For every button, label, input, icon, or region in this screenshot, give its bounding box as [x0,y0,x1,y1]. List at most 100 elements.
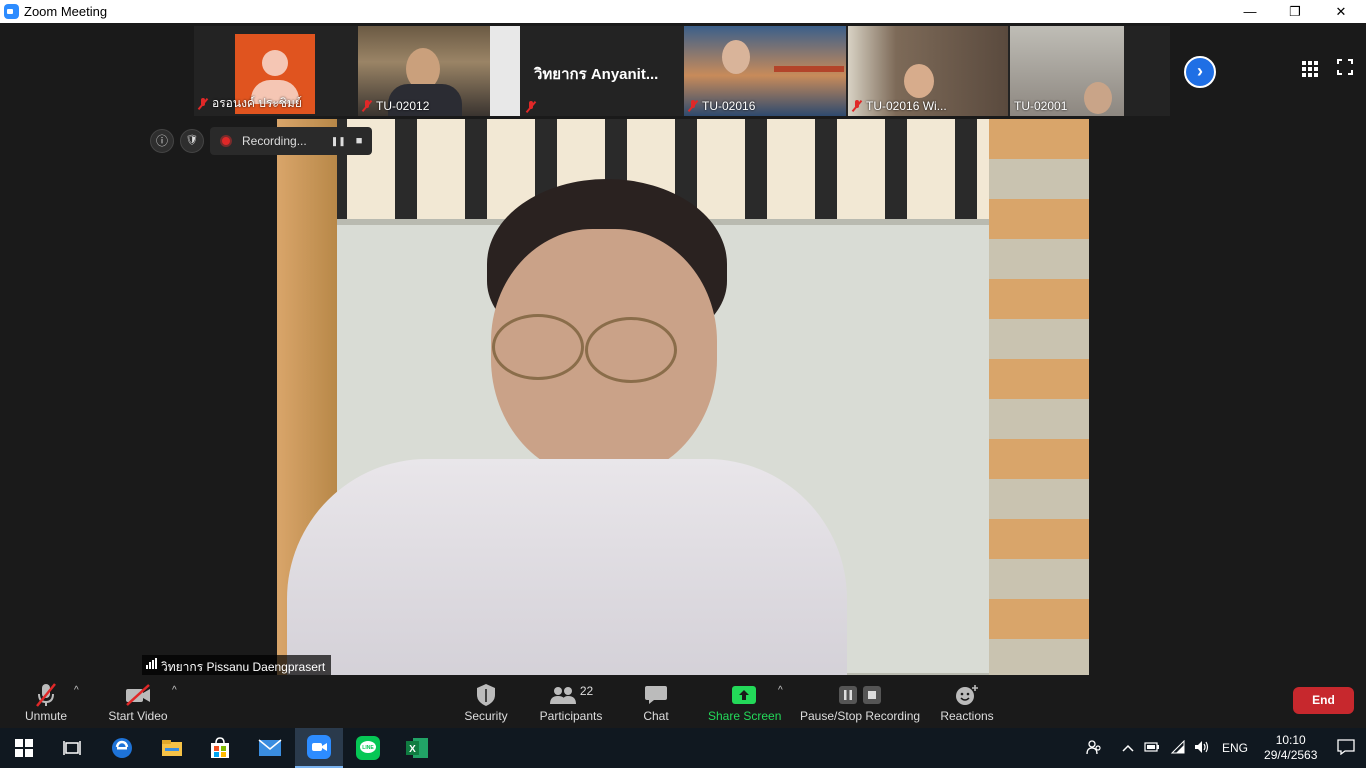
system-tray: ENG 10:10 29/4/2563 [1084,728,1356,768]
people-icon[interactable] [1084,739,1104,758]
restore-button[interactable]: ❐ [1272,0,1318,23]
thumbnail-participant[interactable]: อรอนงค์ ประชิมย์ [194,26,356,116]
svg-text:X: X [409,744,416,755]
thumbnail-strip: อรอนงค์ ประชิมย์ TU-02012 วิทยากร Anyani… [194,26,1170,116]
reactions-label: Reactions [940,709,994,723]
participants-count: 22 [579,684,594,698]
participants-label: Participants [539,709,603,723]
thumbnail-participant[interactable]: TU-02016 Wi... [848,26,1008,116]
start-video-button[interactable]: Start Video [106,681,170,723]
audio-options-caret[interactable]: ^ [74,685,79,696]
glasses-right [585,317,677,383]
speaker-shirt [287,459,847,675]
input-language[interactable]: ENG [1222,741,1248,755]
fullscreen-icon[interactable] [1336,58,1356,78]
security-button[interactable]: Security [462,681,510,723]
meeting-stage: อรอนงค์ ประชิมย์ TU-02012 วิทยากร Anyani… [0,23,1366,728]
zoom-logo-icon [4,4,19,19]
video-off-icon [126,684,150,706]
recording-controls: ⓘ 🛡 Recording... ❚❚ ■ [150,127,373,155]
participant-name: อรอนงค์ ประชิมย์ [212,96,302,110]
pause-icon [839,686,857,704]
unmute-button[interactable]: Unmute [22,681,70,723]
windows-taskbar: LINE X ENG 10:10 29/4/2563 [0,728,1366,768]
participants-button[interactable]: 22 Participants [538,681,604,723]
participant-name: TU-02016 [702,99,756,113]
info-icon[interactable]: ⓘ [150,129,174,153]
glasses-left [492,314,584,380]
shield-icon[interactable]: 🛡 [180,129,204,153]
participant-face [1084,82,1112,114]
chat-label: Chat [643,709,669,723]
thumbnail-participant[interactable]: วิทยากร Anyanit... [522,26,682,116]
meeting-toolbar: Unmute ^ Start Video ^ Security 22 Parti… [0,675,1366,728]
wifi-icon[interactable] [1170,739,1186,757]
stop-icon [863,686,881,704]
chat-bubble-icon [645,686,667,704]
thumbnail-participant[interactable]: TU-02012 [358,26,520,116]
thumbnail-participant[interactable]: TU-02001 [1010,26,1124,116]
pause-recording-icon[interactable]: ❚❚ [331,136,346,147]
zoom-app-icon[interactable] [295,728,343,768]
file-explorer-icon[interactable] [148,728,196,768]
muted-microphone-icon [36,683,56,707]
share-options-caret[interactable]: ^ [778,685,783,696]
clock[interactable]: 10:10 29/4/2563 [1264,733,1317,763]
edge-browser-icon[interactable] [98,728,146,768]
curtain-right [989,119,1089,675]
recording-label: Recording... [242,134,307,148]
next-page-button[interactable]: › [1184,56,1216,88]
participant-name: TU-02001 [1014,99,1068,113]
volume-icon[interactable] [1194,740,1210,757]
video-options-caret[interactable]: ^ [172,685,177,696]
svg-text:LINE: LINE [362,745,374,751]
chat-button[interactable]: Chat [636,681,676,723]
participant-name: TU-02016 Wi... [866,99,947,113]
task-view-icon[interactable] [48,728,96,768]
signal-strength-icon [146,658,157,669]
muted-mic-icon [688,100,698,112]
notification-center-icon[interactable] [1337,738,1356,758]
speaker-video [277,119,1089,675]
minimize-button[interactable]: — [1227,0,1273,23]
participant-face [904,64,934,98]
mail-icon[interactable] [246,728,294,768]
end-meeting-button[interactable]: End [1293,687,1354,714]
speaker-name-tag: วิทยากร Pissanu Daengprasert [142,655,332,675]
line-app-icon[interactable]: LINE [344,728,392,768]
thumbnail-participant[interactable]: TU-02016 [684,26,846,116]
title-bar: Zoom Meeting — ❐ ✕ [0,0,1366,23]
participants-icon [549,687,576,704]
window-title: Zoom Meeting [24,4,108,19]
participant-face [722,40,750,74]
microsoft-store-icon[interactable] [196,728,244,768]
security-label: Security [464,709,508,723]
share-screen-label: Share Screen [708,709,782,723]
pause-stop-recording-button[interactable]: Pause/Stop Recording [800,681,920,723]
muted-mic-icon [526,101,536,113]
battery-icon[interactable] [1144,741,1160,755]
gallery-view-icon[interactable] [1302,61,1318,77]
show-hidden-icons-chevron-icon[interactable] [1122,741,1134,755]
start-video-label: Start Video [108,709,168,723]
share-screen-button[interactable]: Share Screen [708,681,782,723]
unmute-label: Unmute [24,709,68,723]
excel-app-icon[interactable]: X [393,728,441,768]
pause-stop-recording-label: Pause/Stop Recording [800,709,921,723]
muted-mic-icon [198,97,208,110]
share-screen-arrow-icon [732,686,756,704]
reactions-button[interactable]: Reactions [938,681,996,723]
reactions-smiley-icon [956,685,978,705]
clock-date: 29/4/2563 [1264,748,1318,762]
recording-dot-icon [220,135,232,147]
participant-title: วิทยากร Anyanit... [534,66,659,83]
clock-time: 10:10 [1275,733,1306,747]
security-shield-icon [477,684,495,706]
muted-mic-icon [852,100,862,112]
windows-start-icon[interactable] [0,728,48,768]
close-button[interactable]: ✕ [1318,0,1364,23]
recording-indicator: Recording... ❚❚ ■ [210,127,373,155]
participant-name: TU-02012 [376,99,430,113]
stop-recording-icon[interactable]: ■ [356,135,363,147]
muted-mic-icon [362,100,372,112]
